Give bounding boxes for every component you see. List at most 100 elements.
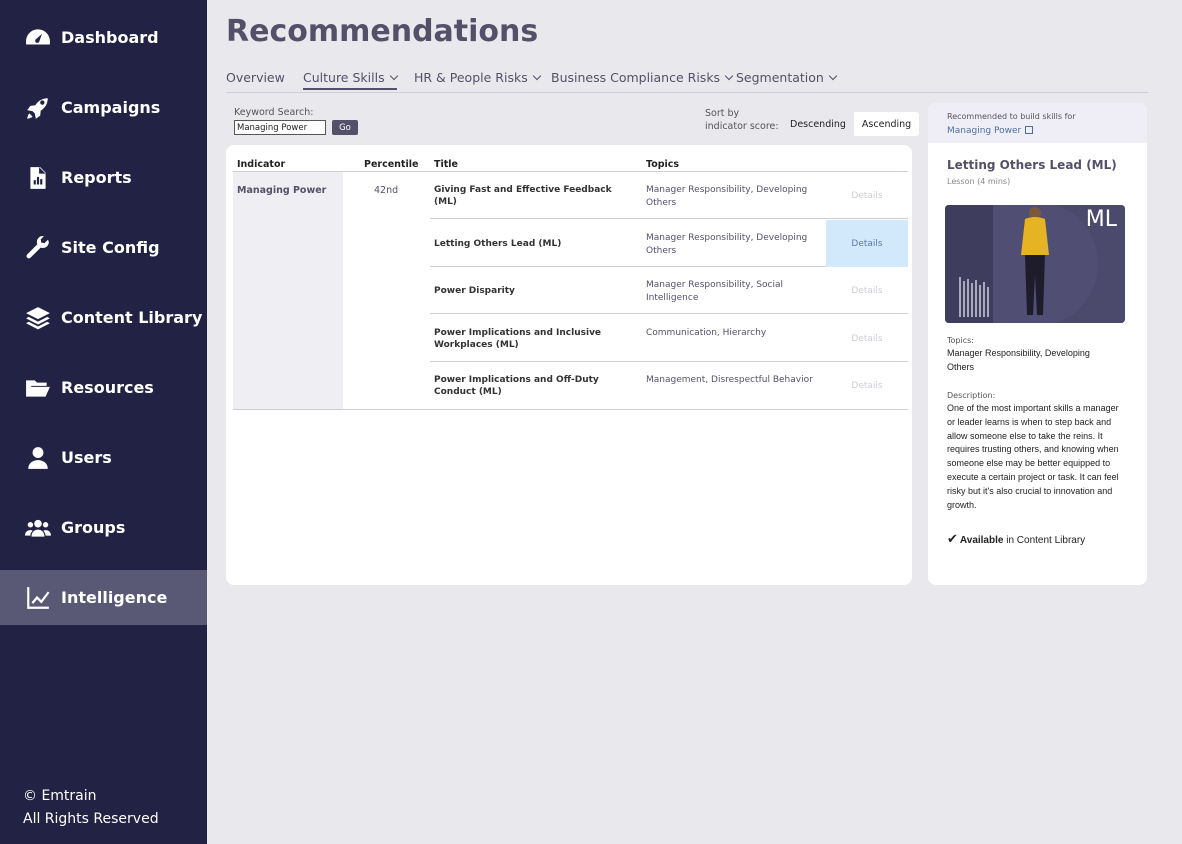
chevron-down-icon <box>532 71 541 81</box>
tab-culture-skills[interactable]: Culture Skills <box>303 70 398 90</box>
sidebar-item-intelligence[interactable]: Intelligence <box>0 570 207 625</box>
sidebar-item-dashboard[interactable]: Dashboard <box>0 10 207 65</box>
sidebar-item-resources[interactable]: Resources <box>0 360 207 415</box>
available-rest: in Content Library <box>1003 535 1086 546</box>
sidebar-item-label: Intelligence <box>61 588 168 607</box>
sidebar-footer: © Emtrain All Rights Reserved <box>23 785 159 831</box>
table-row: Giving Fast and Effective Feedback (ML) … <box>430 172 908 219</box>
indicator-cell <box>233 172 343 409</box>
copyright-text: © Emtrain <box>23 788 97 804</box>
details-link[interactable]: Details <box>826 220 908 267</box>
sidebar-item-groups[interactable]: Groups <box>0 500 207 555</box>
row-topics: Manager Responsibility, Social Intellige… <box>646 280 783 303</box>
sidebar-item-label: Groups <box>61 518 126 537</box>
rights-text: All Rights Reserved <box>23 811 159 827</box>
description-label: Description: <box>947 391 996 400</box>
tab-label: HR & People Risks <box>414 70 528 85</box>
tab-overview[interactable]: Overview <box>226 70 285 85</box>
tab-segmentation[interactable]: Segmentation <box>736 70 838 85</box>
sidebar-item-label: Resources <box>61 378 154 397</box>
sort-toggle: Descending Ascending <box>782 112 920 136</box>
check-icon: ✔ <box>947 531 958 546</box>
sidebar-item-label: Reports <box>61 168 132 187</box>
gauge-icon <box>24 24 52 52</box>
sort-ascending-button[interactable]: Ascending <box>854 112 919 136</box>
sort-label-line: Sort by <box>705 108 740 119</box>
row-title: Power Implications and Inclusive Workpla… <box>434 327 602 350</box>
sidebar-item-label: Campaigns <box>61 98 161 117</box>
sidebar-item-users[interactable]: Users <box>0 430 207 485</box>
details-link[interactable]: Details <box>826 315 908 362</box>
sidebar-item-label: Dashboard <box>61 28 159 47</box>
layers-icon <box>24 304 52 332</box>
lesson-thumbnail: ML <box>945 205 1125 323</box>
recommended-link[interactable]: Managing Power <box>947 125 1034 136</box>
tab-label: Overview <box>226 70 285 85</box>
table-row: Power Disparity Manager Responsibility, … <box>430 267 908 314</box>
lesson-duration: Lesson (4 mins) <box>947 177 1011 186</box>
table-row: Power Implications and Inclusive Workpla… <box>430 315 908 362</box>
recommended-label: Recommended to build skills for <box>947 112 1076 121</box>
row-title: Giving Fast and Effective Feedback (ML) <box>434 184 612 207</box>
chart-line-icon <box>24 584 52 612</box>
available-bold: Available <box>959 535 1004 546</box>
tab-label: Culture Skills <box>303 70 385 85</box>
folder-icon <box>24 374 52 402</box>
tab-hr-people-risks[interactable]: HR & People Risks <box>414 70 541 85</box>
thumbnail-badge: ML <box>1085 207 1117 232</box>
sidebar-item-site-config[interactable]: Site Config <box>0 220 207 275</box>
topics-label: Topics: <box>947 336 974 345</box>
table-bottom-divider <box>233 409 908 410</box>
sort-descending-button[interactable]: Descending <box>782 112 854 136</box>
details-link[interactable]: Details <box>826 267 908 314</box>
sidebar-item-content-library[interactable]: Content Library <box>0 290 207 345</box>
row-topics: Manager Responsibility, Developing Other… <box>646 233 808 256</box>
row-topics: Manager Responsibility, Developing Other… <box>646 185 808 208</box>
tab-label: Segmentation <box>736 70 824 85</box>
details-link[interactable]: Details <box>826 362 908 409</box>
details-link[interactable]: Details <box>826 172 908 219</box>
sidebar-item-label: Content Library <box>61 308 203 327</box>
header-topics: Topics <box>646 159 680 170</box>
go-button[interactable]: Go <box>332 120 358 135</box>
wrench-icon <box>24 234 52 262</box>
detail-header: Recommended to build skills for Managing… <box>928 103 1147 143</box>
row-topics: Communication, Hierarchy <box>646 328 767 338</box>
row-title: Letting Others Lead (ML) <box>434 238 562 249</box>
sort-label-line: indicator score: <box>705 121 779 132</box>
page-title: Recommendations <box>226 14 539 49</box>
sidebar-item-reports[interactable]: Reports <box>0 150 207 205</box>
table-row: Letting Others Lead (ML) Manager Respons… <box>430 220 908 267</box>
chevron-down-icon <box>389 71 398 81</box>
keyword-search-label: Keyword Search: <box>234 107 314 118</box>
sidebar-item-label: Users <box>61 448 112 467</box>
percentile-value: 42nd <box>374 185 399 196</box>
tab-bar: Overview Culture Skills HR & People Risk… <box>226 66 1148 93</box>
sidebar-item-label: Site Config <box>61 238 160 257</box>
sidebar: Dashboard Campaigns Reports Site Config … <box>0 0 207 844</box>
copy-icon[interactable] <box>1025 126 1034 134</box>
row-title: Power Implications and Off-Duty Conduct … <box>434 374 599 397</box>
header-indicator: Indicator <box>237 159 286 170</box>
group-icon <box>24 514 52 542</box>
indicator-value: Managing Power <box>237 185 327 196</box>
sidebar-item-campaigns[interactable]: Campaigns <box>0 80 207 135</box>
lesson-detail-panel: Recommended to build skills for Managing… <box>928 103 1147 585</box>
recommendations-table: Indicator Percentile Title Topics Managi… <box>226 145 912 585</box>
tab-business-compliance-risks[interactable]: Business Compliance Risks <box>551 70 734 85</box>
description-text: One of the most important skills a manag… <box>947 403 1119 510</box>
lesson-title: Letting Others Lead (ML) <box>947 158 1117 172</box>
rocket-icon <box>24 94 52 122</box>
report-icon <box>24 164 52 192</box>
sort-label: Sort by indicator score: <box>705 107 785 133</box>
row-title: Power Disparity <box>434 285 515 296</box>
row-topics: Management, Disrespectful Behavior <box>646 375 813 385</box>
header-title: Title <box>434 159 458 170</box>
topics-text: Manager Responsibility, Developing Other… <box>947 348 1090 372</box>
header-percentile: Percentile <box>364 159 419 170</box>
table-row: Power Implications and Off-Duty Conduct … <box>430 362 908 409</box>
keyword-search-input[interactable] <box>234 120 326 135</box>
user-icon <box>24 444 52 472</box>
tab-label: Business Compliance Risks <box>551 70 721 85</box>
recommended-link-text: Managing Power <box>947 126 1022 136</box>
